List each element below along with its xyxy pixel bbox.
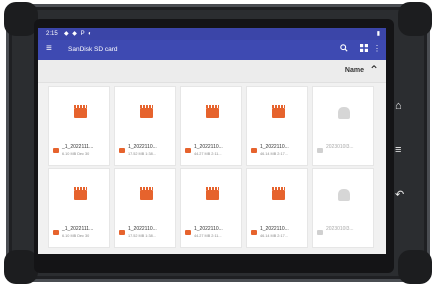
file-meta: 17.52 MB 1:38... xyxy=(128,152,156,156)
file-thumbnail xyxy=(49,87,111,139)
overflow-icon[interactable]: ⋮ xyxy=(373,44,381,54)
file-type-icon xyxy=(119,230,125,235)
video-clapper-icon xyxy=(205,187,219,200)
file-name: 1_2022110... xyxy=(260,144,289,150)
bumper-corner xyxy=(398,2,432,36)
file-meta: 6.10 MB Dec 30 xyxy=(62,234,90,238)
file-meta: 46.14 MB 2:17... xyxy=(260,152,288,156)
file-type-icon xyxy=(317,230,323,235)
menu-icon[interactable]: ≡ xyxy=(46,44,52,54)
file-tile[interactable]: _1_2022111... 6.10 MB Dec 30 xyxy=(48,168,110,248)
page-title: SanDisk SD card xyxy=(68,46,118,53)
file-type-icon xyxy=(185,148,191,153)
tablet-screen: 2:15 ◆ ◆ P ◐ ▮ ≡ SanDisk SD card ⋮ Name … xyxy=(38,28,386,254)
video-clapper-icon xyxy=(139,105,153,118)
battery-icon: ▮ xyxy=(376,31,380,37)
android-icon xyxy=(338,107,350,119)
file-type-icon xyxy=(317,148,323,153)
file-type-icon xyxy=(251,230,257,235)
grid-view-icon[interactable] xyxy=(360,44,368,54)
file-tile[interactable]: 1_2022110... 44.27 MB 2:11... xyxy=(180,168,242,248)
search-icon[interactable] xyxy=(340,44,348,54)
chevron-up-icon[interactable]: ⌃ xyxy=(369,63,379,77)
file-name: 1_2022110... xyxy=(194,144,223,150)
bumper-corner xyxy=(4,250,38,284)
sort-label[interactable]: Name xyxy=(345,67,364,74)
file-tile[interactable]: _1_2022111... 6.10 MB Dec 30 xyxy=(48,86,110,166)
file-type-icon xyxy=(119,148,125,153)
file-thumbnail xyxy=(49,169,111,221)
file-name: 1_2022110... xyxy=(260,226,289,232)
back-key-icon[interactable]: ↶ xyxy=(395,188,404,201)
android-icon xyxy=(338,189,350,201)
video-clapper-icon xyxy=(73,187,87,200)
file-name: 1_2022110... xyxy=(128,144,157,150)
file-name: _1_2022111... xyxy=(62,226,94,232)
status-bar: 2:15 ◆ ◆ P ◐ ▮ xyxy=(38,28,386,40)
file-name: 1_2022110... xyxy=(128,226,157,232)
file-tile[interactable]: 1_2022110... 46.14 MB 2:17... xyxy=(246,168,308,248)
file-type-icon xyxy=(53,148,59,153)
file-thumbnail xyxy=(313,87,375,139)
file-meta: 17.52 MB 1:38... xyxy=(128,234,156,238)
file-type-icon xyxy=(251,148,257,153)
file-thumbnail xyxy=(181,87,243,139)
file-thumbnail xyxy=(313,169,375,221)
bumper-corner xyxy=(398,250,432,284)
file-tile[interactable]: 1_2022110... 17.52 MB 1:38... xyxy=(114,168,176,248)
file-tile[interactable]: 2023010l3... xyxy=(312,168,374,248)
video-clapper-icon xyxy=(73,105,87,118)
file-name: 1_2022110... xyxy=(194,226,223,232)
video-clapper-icon xyxy=(271,187,285,200)
file-thumbnail xyxy=(247,169,309,221)
file-tile[interactable]: 2023010l3... xyxy=(312,86,374,166)
app-bar: ≡ SanDisk SD card ⋮ xyxy=(38,40,386,60)
file-name: _1_2022111... xyxy=(62,144,94,150)
file-thumbnail xyxy=(247,87,309,139)
file-meta: 46.14 MB 2:17... xyxy=(260,234,288,238)
home-key-icon[interactable]: ⌂ xyxy=(395,100,402,112)
file-meta: 44.27 MB 2:11... xyxy=(194,234,222,238)
video-clapper-icon xyxy=(139,187,153,200)
video-clapper-icon xyxy=(271,105,285,118)
file-thumbnail xyxy=(181,169,243,221)
file-tile[interactable]: 1_2022110... 46.14 MB 2:17... xyxy=(246,86,308,166)
bumper-corner xyxy=(4,2,38,36)
video-clapper-icon xyxy=(205,105,219,118)
file-type-icon xyxy=(53,230,59,235)
file-name: 2023010l3... xyxy=(326,226,354,232)
file-meta: 44.27 MB 2:11... xyxy=(194,152,222,156)
file-tile[interactable]: 1_2022110... 17.52 MB 1:38... xyxy=(114,86,176,166)
file-meta: 6.10 MB Dec 30 xyxy=(62,152,90,156)
menu-key-icon[interactable]: ≡ xyxy=(395,144,401,156)
status-time: 2:15 xyxy=(46,31,58,37)
notification-icons: ◆ ◆ P ◐ xyxy=(64,31,93,37)
file-grid: _1_2022111... 6.10 MB Dec 30 1_2022110... 1… xyxy=(48,86,378,254)
file-name: 2023010l3... xyxy=(326,144,354,150)
sort-bar: Name ⌃ xyxy=(38,60,386,83)
file-tile[interactable]: 1_2022110... 44.27 MB 2:11... xyxy=(180,86,242,166)
file-thumbnail xyxy=(115,87,177,139)
file-thumbnail xyxy=(115,169,177,221)
file-type-icon xyxy=(185,230,191,235)
